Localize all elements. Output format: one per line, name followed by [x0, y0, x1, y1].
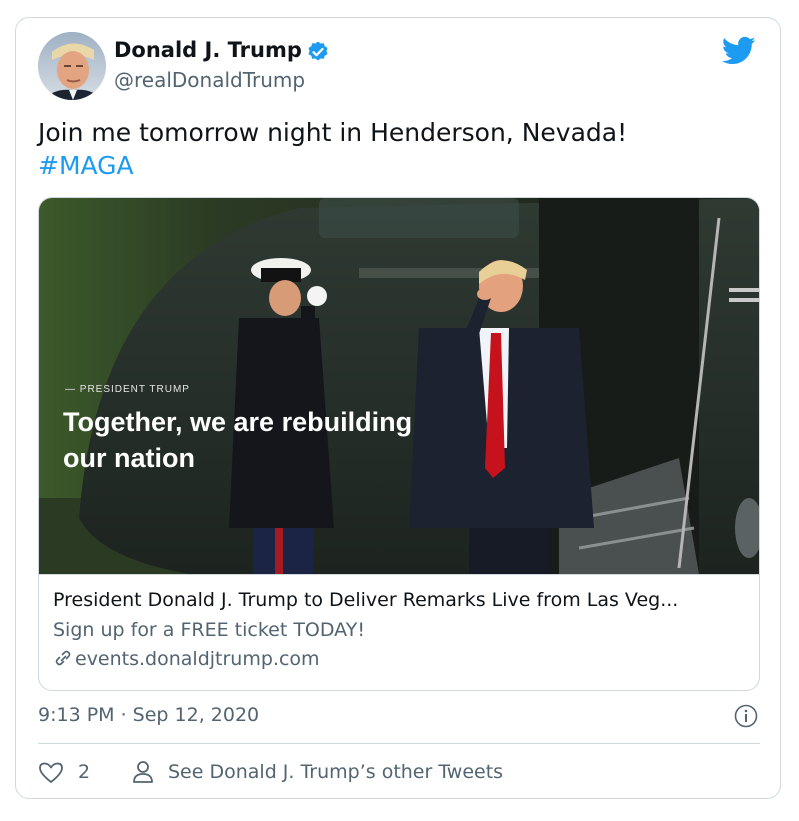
like-count[interactable]: 2 [78, 761, 90, 783]
image-eyebrow: — PRESIDENT TRUMP [65, 384, 190, 395]
info-icon[interactable] [734, 704, 758, 728]
author-avatar[interactable] [38, 32, 106, 100]
tweet-timestamp[interactable]: 9:13 PM · Sep 12, 2020 [38, 704, 259, 726]
link-preview-card[interactable]: — PRESIDENT TRUMP Together, we are rebui… [38, 197, 760, 691]
link-icon [55, 650, 71, 666]
link-description: Sign up for a FREE ticket TODAY! [53, 619, 365, 641]
actions-divider [38, 743, 760, 744]
tweet-card: Donald J. Trump @realDonaldTrump Join me… [15, 17, 781, 799]
twitter-bird-icon[interactable] [722, 36, 756, 66]
link-preview-info[interactable]: President Donald J. Trump to Deliver Rem… [39, 574, 759, 690]
link-domain: events.donaldjtrump.com [53, 648, 320, 670]
link-domain-text: events.donaldjtrump.com [75, 648, 320, 670]
tweet-body: Join me tomorrow night in Henderson, Nev… [38, 118, 628, 147]
person-icon[interactable] [132, 760, 154, 784]
author-display-name[interactable]: Donald J. Trump [114, 38, 302, 62]
tweet-text: Join me tomorrow night in Henderson, Nev… [38, 116, 758, 182]
author-handle[interactable]: @realDonaldTrump [114, 68, 305, 92]
link-title[interactable]: President Donald J. Trump to Deliver Rem… [53, 589, 753, 611]
heart-icon[interactable] [38, 761, 64, 785]
image-headline: Together, we are rebuilding our nation [63, 407, 413, 473]
hashtag-link[interactable]: #MAGA [38, 149, 758, 182]
other-tweets-link[interactable]: See Donald J. Trump’s other Tweets [168, 761, 503, 783]
verified-badge-icon [308, 41, 328, 61]
link-preview-image[interactable]: — PRESIDENT TRUMP Together, we are rebui… [39, 198, 759, 574]
